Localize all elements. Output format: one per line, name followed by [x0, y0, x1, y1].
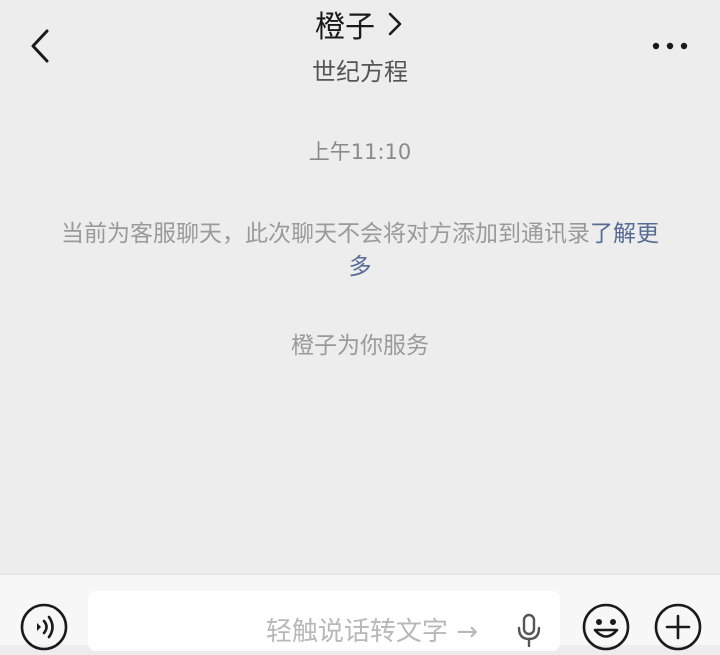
input-bar: 轻触说话转文字 →: [0, 574, 720, 651]
chat-title: 橙子: [315, 10, 375, 45]
plus-icon: [654, 603, 702, 651]
emoji-button[interactable]: [582, 603, 630, 651]
more-button[interactable]: [650, 34, 690, 58]
arrow-right-icon: →: [456, 617, 478, 647]
voice-toggle-button[interactable]: [20, 603, 68, 651]
microphone-icon[interactable]: [516, 613, 542, 647]
chat-area[interactable]: 上午11:10 当前为客服聊天，此次聊天不会将对方添加到通讯录了解更多 橙子为你…: [0, 96, 720, 574]
input-hint: 轻触说话转文字 →: [265, 617, 478, 647]
chat-subtitle: 世纪方程: [312, 58, 408, 86]
emoji-icon: [582, 603, 630, 651]
voice-icon: [20, 603, 68, 651]
title-row[interactable]: 橙子: [0, 2, 720, 46]
more-dots-icon: [652, 42, 688, 50]
notice-text: 当前为客服聊天，此次聊天不会将对方添加到通讯录: [61, 221, 590, 247]
more-functions-button[interactable]: [654, 603, 702, 651]
message-input[interactable]: 轻触说话转文字 →: [88, 591, 560, 651]
message-timestamp: 上午11:10: [308, 140, 412, 164]
chat-header: 橙子 世纪方程: [0, 0, 720, 96]
customer-service-notice: 当前为客服聊天，此次聊天不会将对方添加到通讯录了解更多: [50, 218, 670, 284]
chevron-right-icon: [385, 9, 405, 39]
service-greeting: 橙子为你服务: [291, 333, 429, 359]
